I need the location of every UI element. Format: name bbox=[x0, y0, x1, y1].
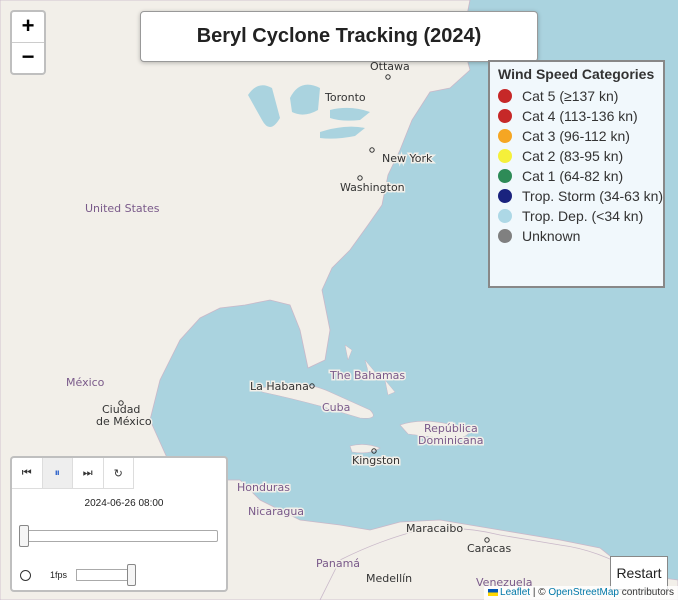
clock-icon bbox=[20, 570, 31, 581]
legend-item-label: Trop. Dep. (<34 kn) bbox=[522, 208, 644, 224]
legend-item: Cat 4 (113-136 kn) bbox=[498, 106, 655, 126]
map-label-nicaragua: Nicaragua bbox=[248, 505, 304, 518]
legend-title: Wind Speed Categories bbox=[498, 66, 655, 82]
legend-item: Cat 2 (83-95 kn) bbox=[498, 146, 655, 166]
map-label-caracas: Caracas bbox=[467, 542, 511, 555]
legend-swatch-icon bbox=[498, 229, 512, 243]
map-label-washington: Washington bbox=[340, 181, 405, 194]
attribution-contributors: contributors bbox=[621, 587, 674, 598]
map-label-la-habana: La Habana bbox=[250, 380, 309, 393]
loop-icon[interactable]: ↻ bbox=[104, 458, 134, 488]
zoom-control: + − bbox=[10, 10, 46, 75]
map-label-panama: Panamá bbox=[316, 557, 360, 570]
map-label-maracaibo: Maracaibo bbox=[406, 522, 463, 535]
zoom-out-button[interactable]: − bbox=[12, 43, 44, 73]
legend-item-label: Unknown bbox=[522, 228, 581, 244]
map-label-new-york: New York bbox=[382, 152, 433, 165]
map-label-toronto: Toronto bbox=[324, 91, 366, 104]
legend-swatch-icon bbox=[498, 169, 512, 183]
legend-item: Trop. Dep. (<34 kn) bbox=[498, 206, 655, 226]
page-title: Beryl Cyclone Tracking (2024) bbox=[140, 11, 538, 62]
zoom-in-button[interactable]: + bbox=[12, 12, 44, 43]
osm-link[interactable]: OpenStreetMap bbox=[548, 587, 619, 598]
legend-item-label: Trop. Storm (34-63 kn) bbox=[522, 188, 664, 204]
legend-swatch-icon bbox=[498, 209, 512, 223]
step-back-icon[interactable]: ⏮ bbox=[12, 458, 43, 488]
map-label-united-states: United States bbox=[85, 202, 160, 215]
pause-icon[interactable]: ⏸ bbox=[42, 458, 73, 488]
legend-item: Cat 5 (≥137 kn) bbox=[498, 86, 655, 106]
legend-item: Unknown bbox=[498, 226, 655, 246]
map-label-kingston: Kingston bbox=[352, 454, 400, 467]
map-label-mexico: México bbox=[66, 376, 105, 389]
legend-swatch-icon bbox=[498, 89, 512, 103]
timestamp-label: 2024-06-26 08:00 bbox=[84, 498, 164, 509]
timeline-slider-thumb[interactable] bbox=[19, 525, 29, 547]
restart-button[interactable]: Restart bbox=[610, 556, 668, 590]
map-label-de-mexico: de México bbox=[96, 415, 152, 428]
legend-swatch-icon bbox=[498, 109, 512, 123]
legend-item-label: Cat 5 (≥137 kn) bbox=[522, 88, 619, 104]
speed-slider[interactable] bbox=[76, 564, 136, 586]
legend-swatch-icon bbox=[498, 149, 512, 163]
map-label-dominicana: Dominicana bbox=[418, 434, 484, 447]
legend-item: Cat 3 (96-112 kn) bbox=[498, 126, 655, 146]
legend-item-label: Cat 1 (64-82 kn) bbox=[522, 168, 624, 184]
legend-item: Trop. Storm (34-63 kn) bbox=[498, 186, 663, 206]
map-label-medellin: Medellín bbox=[366, 572, 412, 585]
legend-item-label: Cat 4 (113-136 kn) bbox=[522, 108, 638, 124]
map-label-bahamas: The Bahamas bbox=[329, 369, 405, 382]
legend-item-label: Cat 3 (96-112 kn) bbox=[522, 128, 630, 144]
map-label-cuba: Cuba bbox=[322, 401, 350, 414]
map-label-honduras: Honduras bbox=[237, 481, 290, 494]
legend-item-label: Cat 2 (83-95 kn) bbox=[522, 148, 624, 164]
legend-swatch-icon bbox=[498, 189, 512, 203]
legend-swatch-icon bbox=[498, 129, 512, 143]
timeline-player: ⏮ ⏸ ⏭ ↻ 2024-06-26 08:00 1fps bbox=[10, 456, 228, 592]
step-forward-icon[interactable]: ⏭ bbox=[73, 458, 104, 488]
attribution: Leaflet | © OpenStreetMap contributors bbox=[484, 586, 678, 600]
timeline-slider[interactable] bbox=[19, 525, 218, 547]
speed-slider-thumb[interactable] bbox=[127, 564, 136, 586]
leaflet-link[interactable]: Leaflet bbox=[500, 587, 530, 598]
legend-panel: Wind Speed Categories Cat 5 (≥137 kn) Cat… bbox=[488, 60, 665, 288]
legend-item: Cat 1 (64-82 kn) bbox=[498, 166, 655, 186]
fps-label: 1fps bbox=[50, 570, 68, 580]
ukraine-flag-icon bbox=[488, 588, 499, 596]
attribution-sep: | © bbox=[532, 587, 546, 598]
